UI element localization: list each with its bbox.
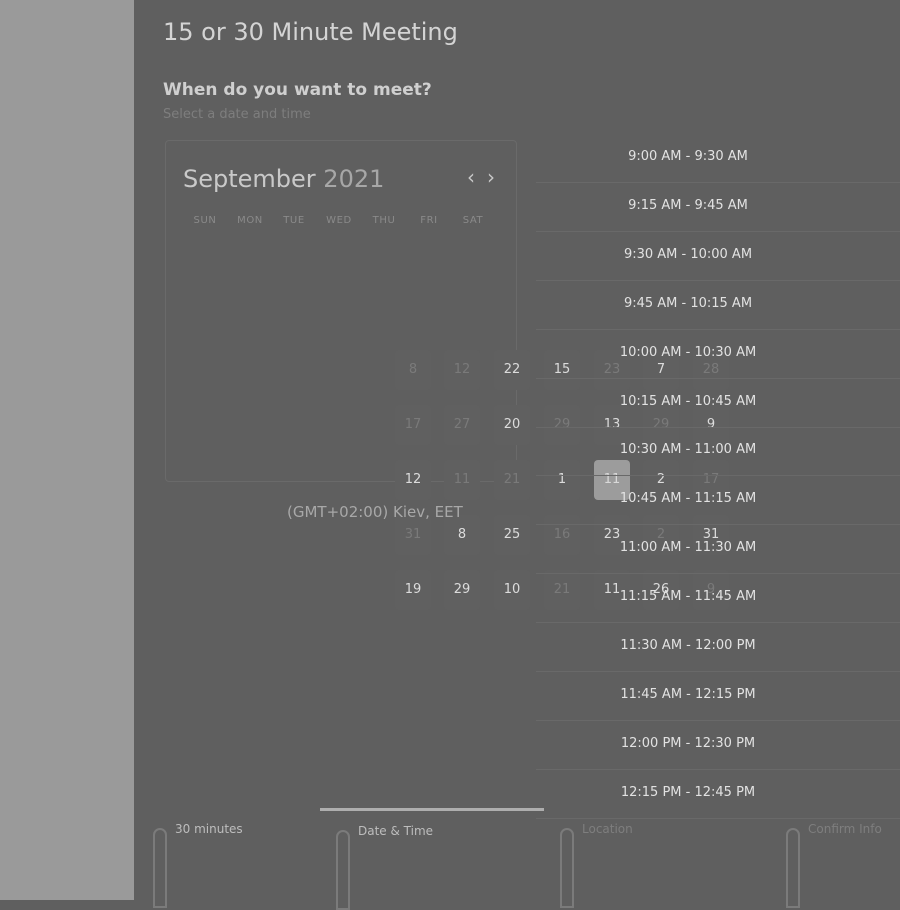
- section-subtitle: Select a date and time: [163, 107, 311, 122]
- time-slot-button[interactable]: 11:30 AM - 12:00 PM: [536, 624, 900, 672]
- left-sidebar-strip: [0, 0, 134, 900]
- calendar-month: September: [183, 165, 316, 193]
- time-slot-button[interactable]: 12:15 PM - 12:45 PM: [536, 771, 900, 819]
- step-duration[interactable]: 30 minutes: [153, 822, 243, 908]
- time-slot-button[interactable]: 9:30 AM - 10:00 AM: [536, 233, 900, 281]
- calendar-day[interactable]: 8: [444, 515, 480, 555]
- time-slot-button[interactable]: 10:00 AM - 10:30 AM: [536, 331, 900, 379]
- step-confirm-info[interactable]: Confirm Info: [786, 822, 882, 908]
- calendar-year: 2021: [323, 165, 385, 193]
- time-slot-list: 9:00 AM - 9:30 AM 9:15 AM - 9:45 AM 9:30 A…: [536, 135, 900, 819]
- calendar-day[interactable]: 31: [395, 515, 431, 555]
- section-heading: When do you want to meet?: [163, 80, 432, 100]
- clock-icon: [153, 828, 167, 908]
- weekday-label: TUE: [283, 215, 305, 226]
- calendar-day[interactable]: 12: [444, 350, 480, 390]
- weekday-label: WED: [326, 215, 352, 226]
- calendar-month-year: September 2021: [183, 165, 384, 193]
- weekday-label: FRI: [420, 215, 438, 226]
- step-label: Date & Time: [358, 824, 434, 838]
- calendar-day[interactable]: 19: [395, 570, 431, 610]
- time-slot-button[interactable]: 11:00 AM - 11:30 AM: [536, 526, 900, 575]
- step-date-time[interactable]: Date & Time: [336, 824, 434, 910]
- time-slot-button[interactable]: 9:00 AM - 9:30 AM: [536, 135, 900, 183]
- step-location[interactable]: Location: [560, 822, 633, 908]
- time-slot-button[interactable]: 10:30 AM - 11:00 AM: [536, 428, 900, 477]
- calendar-day[interactable]: 29: [444, 570, 480, 610]
- chevron-left-icon[interactable]: ‹: [467, 165, 475, 189]
- calendar-day[interactable]: 22: [494, 350, 530, 390]
- calendar-day[interactable]: 8: [395, 350, 431, 390]
- step-label: 30 minutes: [175, 822, 243, 836]
- weekday-label: SAT: [462, 215, 484, 226]
- calendar-day[interactable]: 17: [395, 405, 431, 445]
- time-slot-button[interactable]: 12:00 PM - 12:30 PM: [536, 722, 900, 770]
- calendar-day[interactable]: 25: [494, 515, 530, 555]
- weekday-label: THU: [372, 215, 396, 226]
- calendar-day[interactable]: 12: [395, 460, 431, 500]
- step-progress-indicator: [320, 808, 544, 811]
- time-slot-button[interactable]: 10:15 AM - 10:45 AM: [536, 380, 900, 428]
- calendar-day[interactable]: 11: [444, 460, 480, 500]
- calendar-day[interactable]: 20: [494, 405, 530, 445]
- time-slot-button[interactable]: 11:15 AM - 11:45 AM: [536, 575, 900, 624]
- step-label: Confirm Info: [808, 822, 882, 836]
- page-title: 15 or 30 Minute Meeting: [163, 18, 458, 46]
- chevron-right-icon[interactable]: ›: [487, 165, 495, 189]
- time-slot-button[interactable]: 9:15 AM - 9:45 AM: [536, 184, 900, 232]
- time-slot-button[interactable]: 9:45 AM - 10:15 AM: [536, 282, 900, 330]
- calendar-day[interactable]: 21: [494, 460, 530, 500]
- step-label: Location: [582, 822, 633, 836]
- weekday-label: SUN: [193, 215, 217, 226]
- time-slot-button[interactable]: 11:45 AM - 12:15 PM: [536, 673, 900, 721]
- calendar-icon: [336, 830, 350, 910]
- calendar-day[interactable]: 10: [494, 570, 530, 610]
- user-icon: [786, 828, 800, 908]
- timezone-selector[interactable]: (GMT+02:00) Kiev, EET: [287, 503, 463, 521]
- weekday-label: MON: [237, 215, 263, 226]
- calendar-day[interactable]: 27: [444, 405, 480, 445]
- location-icon: [560, 828, 574, 908]
- time-slot-button[interactable]: 10:45 AM - 11:15 AM: [536, 477, 900, 526]
